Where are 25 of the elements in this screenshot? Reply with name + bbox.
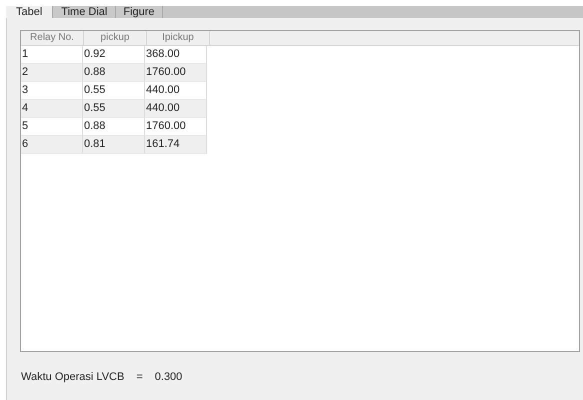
table-cell: 1760.00: [145, 118, 207, 136]
table-cell: 0.55: [83, 100, 145, 118]
table-cell: 1: [21, 46, 83, 64]
table-cell: 0.88: [83, 118, 145, 136]
result-value: 0.300: [154, 371, 182, 383]
table-cell: 4: [21, 100, 83, 118]
result-label: Waktu Operasi LVCB: [21, 371, 124, 383]
table-cell: 6: [21, 136, 83, 154]
table-cell: 440.00: [145, 82, 207, 100]
table-cell: 161.74: [145, 136, 207, 154]
table-cell: 1760.00: [145, 64, 207, 82]
column-header[interactable]: pickup: [84, 31, 147, 45]
table-cell: 0.81: [83, 136, 145, 154]
table-cell: 3: [21, 82, 83, 100]
tab[interactable]: Tabel: [6, 6, 54, 18]
table-cell: 2: [21, 64, 83, 82]
table-cell: 5: [21, 118, 83, 136]
column-header[interactable]: Ipickup: [147, 31, 210, 45]
table-cell: 368.00: [145, 46, 207, 64]
table-cell: 0.92: [83, 46, 145, 64]
table-cell: 440.00: [145, 100, 207, 118]
table-cell: 0.88: [83, 64, 145, 82]
equals-sign: =: [136, 371, 143, 383]
column-header[interactable]: Relay No.: [21, 31, 84, 45]
table-cell: 0.55: [83, 82, 145, 100]
